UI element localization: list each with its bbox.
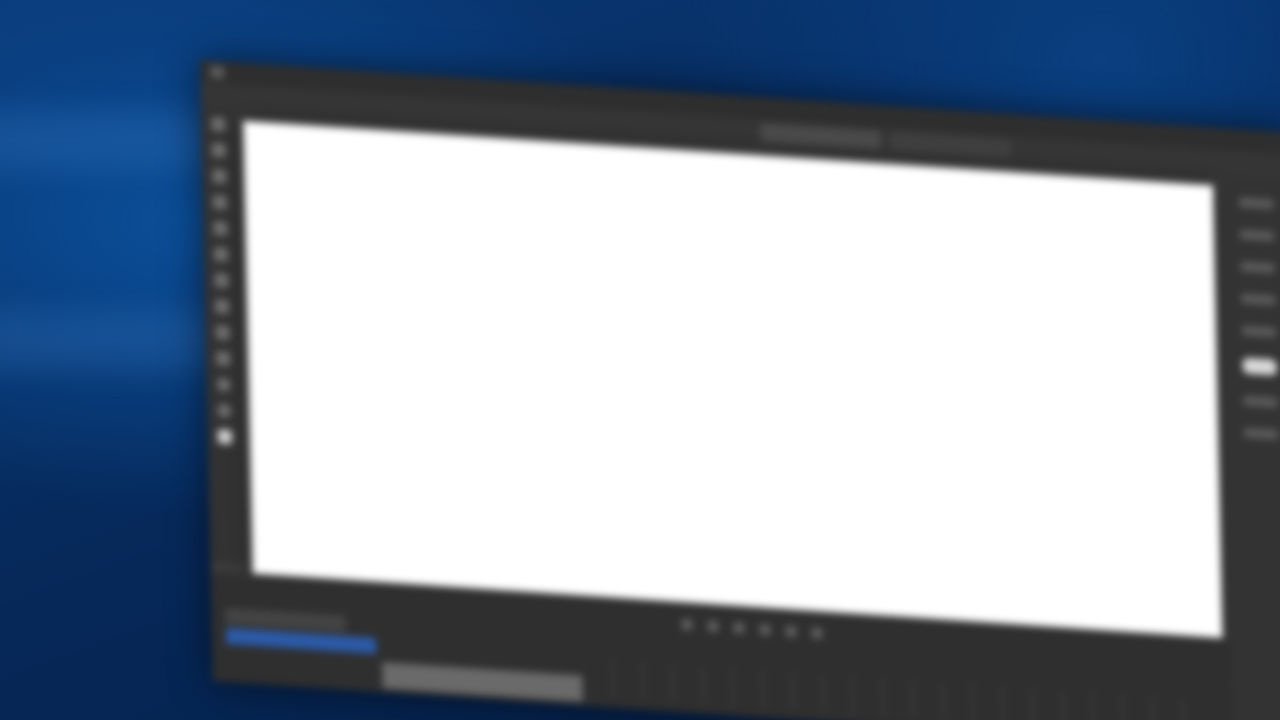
timeline-ruler[interactable] <box>611 659 1203 720</box>
document-canvas[interactable] <box>243 120 1223 639</box>
crop-tool-icon[interactable] <box>212 194 228 210</box>
properties-panel <box>1220 175 1280 720</box>
hand-tool-icon[interactable] <box>216 377 231 393</box>
play-icon[interactable] <box>732 621 746 635</box>
panel-control[interactable] <box>1241 293 1276 306</box>
panel-toggle[interactable] <box>1242 357 1277 376</box>
timeline-controls <box>680 618 824 640</box>
first-frame-icon[interactable] <box>680 618 694 631</box>
panel-control[interactable] <box>1239 197 1274 210</box>
lasso-tool-icon[interactable] <box>212 168 227 184</box>
settings-icon[interactable] <box>810 626 824 640</box>
next-frame-icon[interactable] <box>758 623 772 637</box>
pen-tool-icon[interactable] <box>216 351 231 367</box>
eraser-tool-icon[interactable] <box>214 273 229 288</box>
panel-control[interactable] <box>1241 325 1277 338</box>
tools-panel <box>201 108 245 564</box>
eyedropper-tool-icon[interactable] <box>213 220 228 236</box>
move-tool-icon[interactable] <box>211 116 226 132</box>
zoom-tool-icon[interactable] <box>217 403 232 419</box>
foreground-color-icon[interactable] <box>217 429 232 445</box>
blurred-scene <box>0 0 1280 720</box>
layer-row-selected[interactable] <box>225 627 377 654</box>
previous-frame-icon[interactable] <box>706 619 720 633</box>
gradient-tool-icon[interactable] <box>214 299 230 315</box>
timeline-clip[interactable] <box>382 662 583 702</box>
image-editor-window <box>200 60 1280 720</box>
panel-control[interactable] <box>1240 261 1275 274</box>
panel-control[interactable] <box>1244 427 1279 440</box>
marquee-tool-icon[interactable] <box>211 142 227 158</box>
brush-tool-icon[interactable] <box>213 246 229 262</box>
app-logo-icon[interactable] <box>210 65 225 79</box>
text-tool-icon[interactable] <box>215 325 230 341</box>
audio-icon[interactable] <box>784 625 798 638</box>
panel-control[interactable] <box>1243 395 1278 408</box>
panel-control[interactable] <box>1239 229 1275 242</box>
